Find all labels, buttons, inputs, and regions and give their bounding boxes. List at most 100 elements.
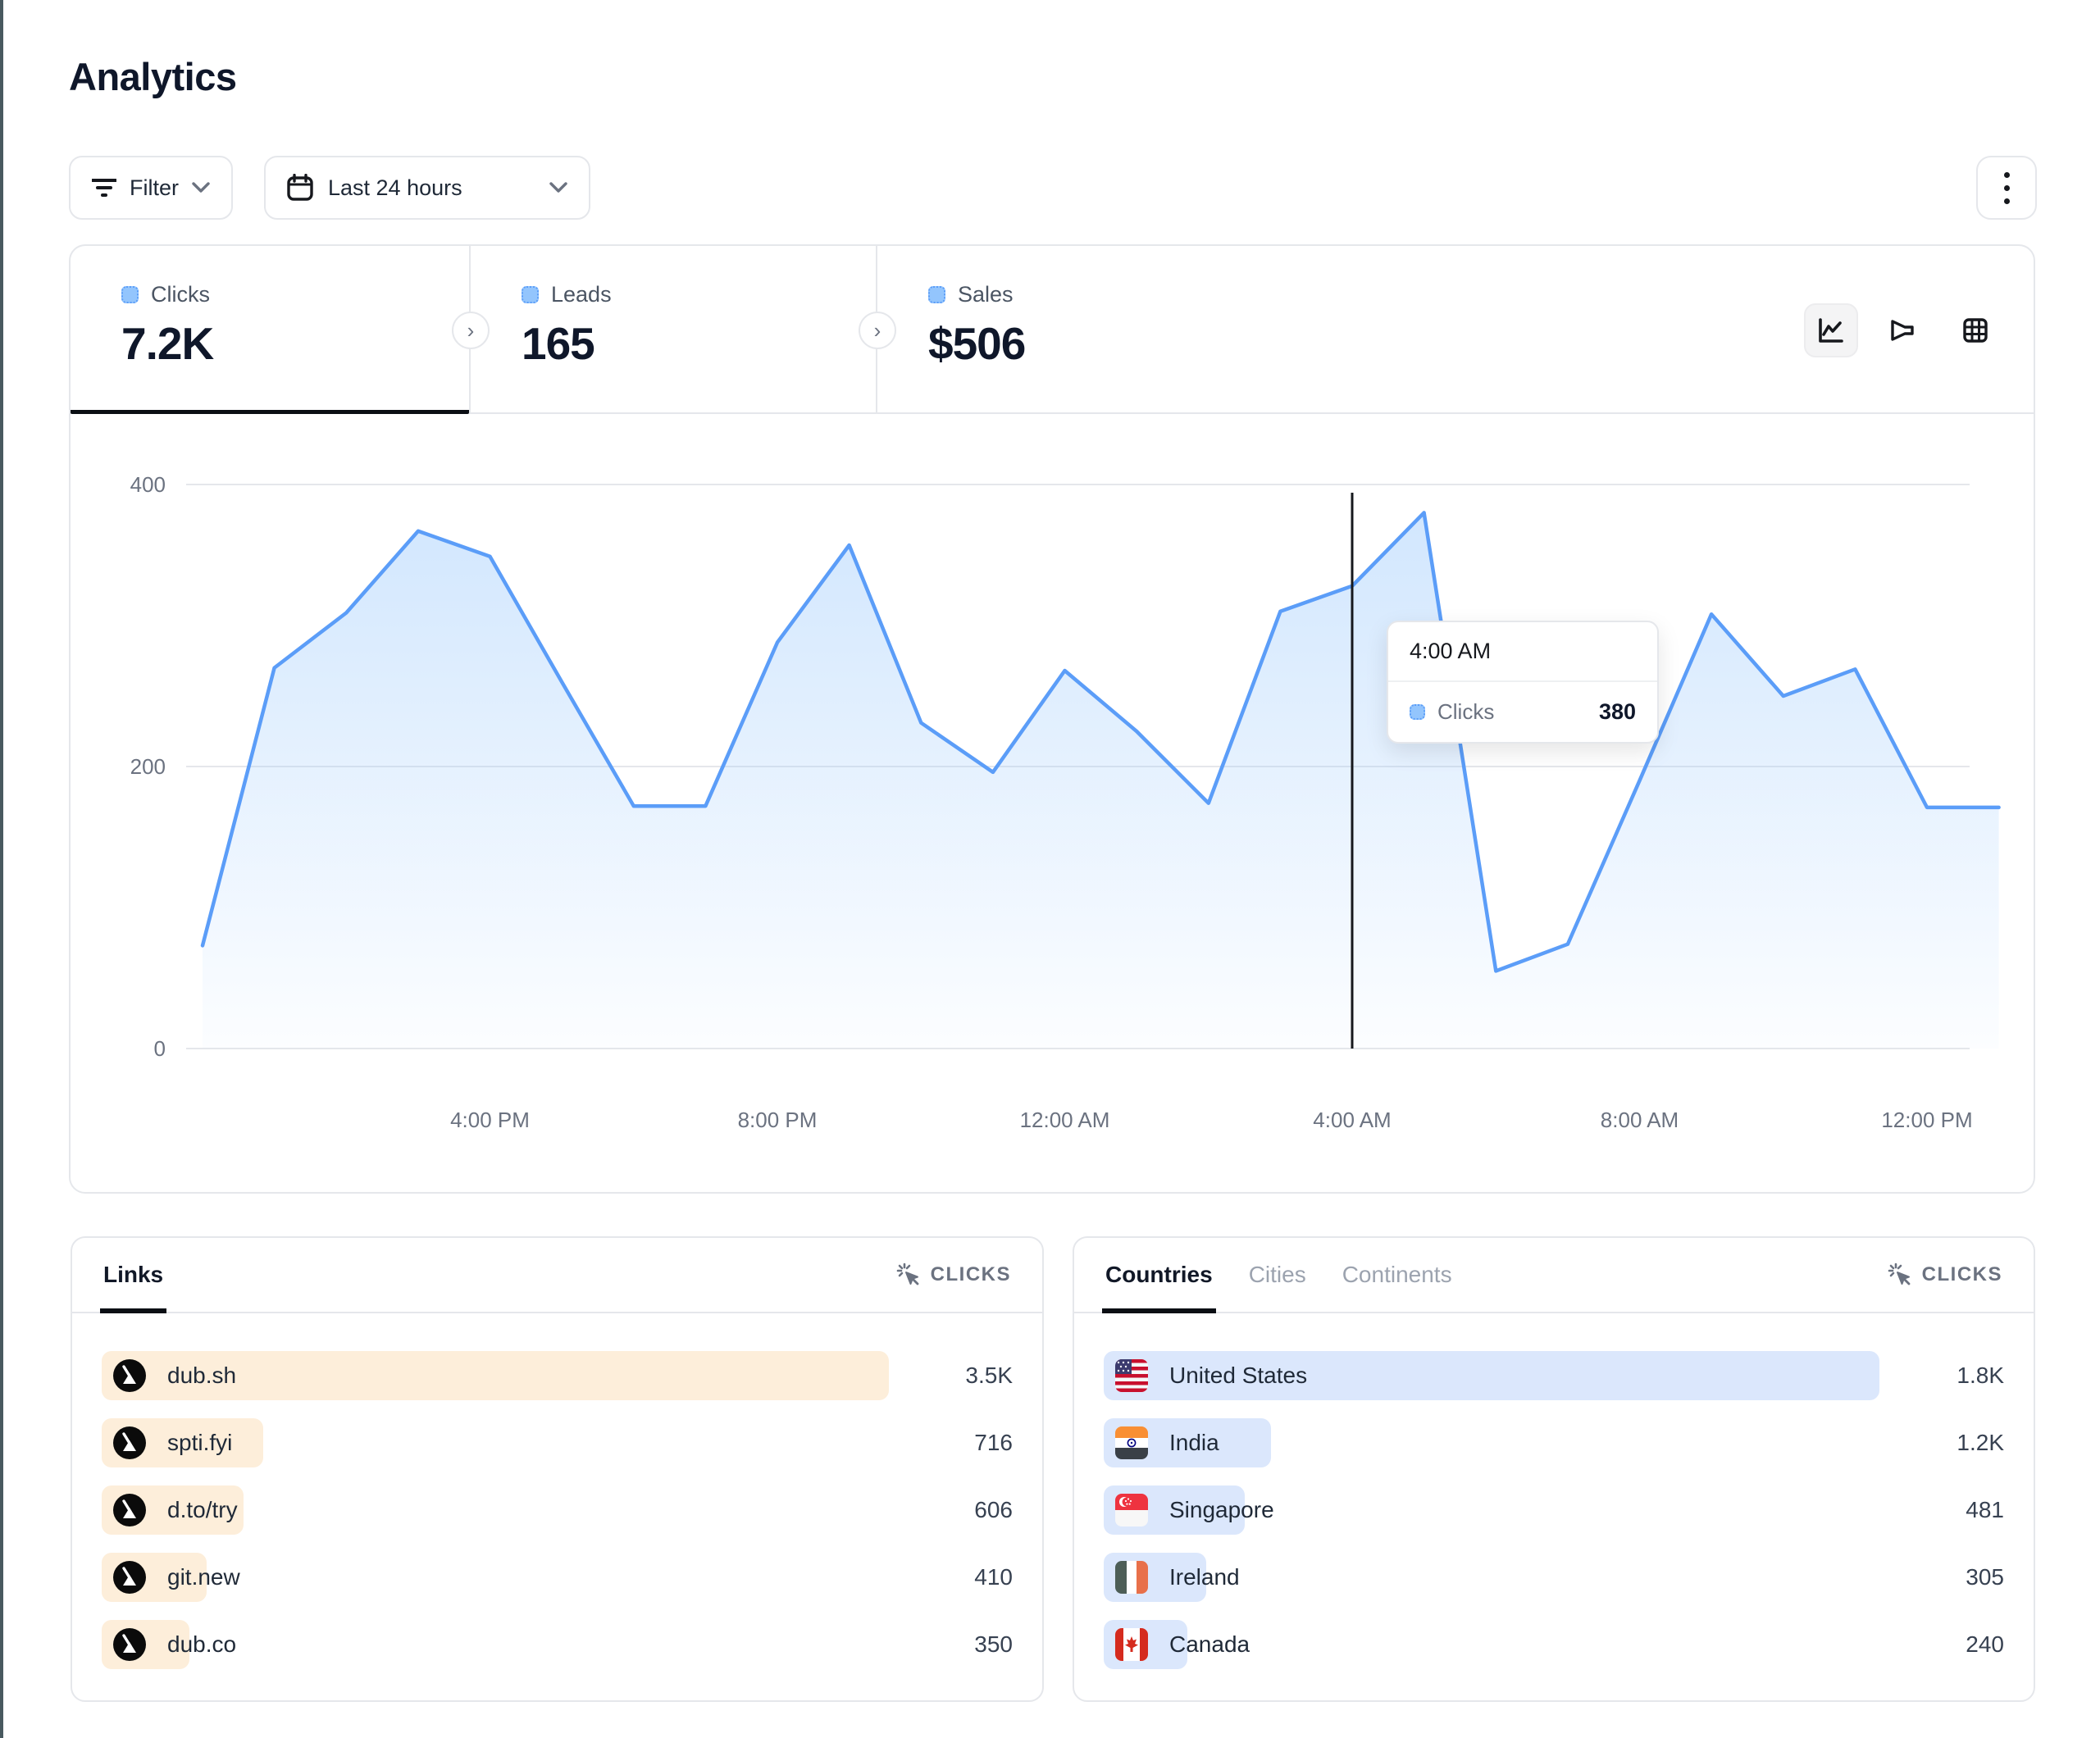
funnel-chart-icon[interactable]: [1876, 303, 1930, 357]
bar-track: git.new: [102, 1553, 900, 1602]
list-item[interactable]: Ireland 305: [1104, 1553, 2004, 1602]
funnel-icon: [92, 177, 116, 198]
x-axis-tick: 4:00 PM: [450, 1108, 530, 1132]
bar-track: dub.co: [102, 1620, 900, 1669]
row-value: 3.5K: [921, 1363, 1013, 1389]
bar-track: dub.sh: [102, 1351, 900, 1400]
page-title: Analytics: [69, 54, 236, 99]
x-axis-tick: 8:00 PM: [738, 1108, 818, 1132]
row-content: Singapore: [1104, 1485, 1274, 1535]
area-chart[interactable]: 400 200 0 4:00 PM 8:00 PM 12:00 AM 4:00 AM 8:00…: [71, 414, 2034, 1192]
flag-singapore-icon: [1115, 1494, 1148, 1526]
sales-value: $506: [928, 317, 1025, 370]
list-item[interactable]: dub.co 350: [102, 1620, 1013, 1669]
x-axis-tick: 12:00 AM: [1020, 1108, 1110, 1132]
tooltip-value: 380: [1599, 699, 1636, 725]
clicks-value: 7.2K: [121, 317, 469, 370]
chevron-right-icon[interactable]: ›: [452, 312, 490, 349]
y-axis-tick: 200: [130, 754, 166, 779]
tab-clicks[interactable]: Clicks 7.2K: [71, 246, 471, 412]
table-grid-icon[interactable]: [1948, 303, 2002, 357]
analytics-page: Analytics Filter Last 24 hours: [0, 0, 2100, 1738]
line-chart-icon[interactable]: [1804, 303, 1858, 357]
chevron-down-icon: [549, 182, 567, 193]
y-axis-tick: 400: [130, 472, 166, 497]
stat-label: Leads: [551, 282, 612, 307]
list-item[interactable]: d.to/try 606: [102, 1485, 1013, 1535]
row-label: d.to/try: [167, 1497, 238, 1523]
dub-logo-icon: [113, 1426, 146, 1459]
row-label: Ireland: [1169, 1564, 1240, 1590]
bar-track: Canada: [1104, 1620, 1891, 1669]
y-axis-tick: 0: [154, 1036, 166, 1061]
list-item[interactable]: git.new410: [102, 1553, 1013, 1602]
tab-continents[interactable]: Continents: [1342, 1238, 1452, 1312]
row-content: dub.co: [102, 1620, 236, 1669]
clicks-timeseries-chart[interactable]: 400 200 0 4:00 PM 8:00 PM 12:00 AM 4:00 AM 8:00…: [71, 414, 2034, 1192]
row-value: 240: [1912, 1631, 2004, 1658]
row-content: dub.sh: [102, 1351, 236, 1400]
x-axis-tick: 8:00 AM: [1601, 1108, 1679, 1132]
row-value: 481: [1912, 1497, 2004, 1523]
row-value: 1.2K: [1912, 1430, 2004, 1456]
flag-us-icon: [1115, 1359, 1148, 1392]
row-label: git.new: [167, 1564, 240, 1590]
list-item[interactable]: Singapore 481: [1104, 1485, 2004, 1535]
links-panel: Links CLICKS dub.: [71, 1236, 1044, 1702]
bar-track: d.to/try: [102, 1485, 900, 1535]
row-content: d.to/try: [102, 1485, 238, 1535]
clicks-metric-toggle[interactable]: CLICKS: [896, 1263, 1011, 1287]
x-axis-tick: 12:00 PM: [1881, 1108, 1972, 1132]
clicks-metric-toggle[interactable]: CLICKS: [1888, 1263, 2002, 1287]
tooltip-series-label: Clicks: [1437, 699, 1494, 725]
chart-view-switcher: [1804, 303, 2002, 357]
row-content: Canada: [1104, 1620, 1250, 1669]
cursor-click-icon: [1888, 1263, 1912, 1287]
row-content: India: [1104, 1418, 1219, 1467]
row-value: 716: [921, 1430, 1013, 1456]
row-content: Ireland: [1104, 1553, 1240, 1602]
kebab-menu-icon: [2004, 172, 2010, 178]
more-options-button[interactable]: [1976, 156, 2037, 220]
stats-tabs-row: Clicks 7.2K Leads 165 Sales $506 › ›: [71, 246, 2034, 414]
date-range-button[interactable]: Last 24 hours: [264, 156, 590, 220]
analytics-card: Clicks 7.2K Leads 165 Sales $506 › ›: [69, 244, 2035, 1194]
dub-logo-icon: [113, 1359, 146, 1392]
tooltip-time: 4:00 AM: [1388, 622, 1657, 682]
row-label: dub.sh: [167, 1363, 236, 1389]
list-item[interactable]: dub.sh 3.5K: [102, 1351, 1013, 1400]
row-content: git.new: [102, 1553, 240, 1602]
tooltip-legend-swatch: [1410, 704, 1425, 720]
sales-legend-swatch: [928, 286, 945, 303]
tab-countries[interactable]: Countries: [1105, 1238, 1213, 1312]
row-value: 1.8K: [1912, 1363, 2004, 1389]
list-item[interactable]: spti.fyi 716: [102, 1418, 1013, 1467]
leads-value: 165: [522, 317, 876, 370]
filter-button[interactable]: Filter: [69, 156, 233, 220]
row-label: spti.fyi: [167, 1430, 232, 1456]
tab-links[interactable]: Links: [103, 1238, 163, 1312]
tab-leads[interactable]: Leads 165: [471, 246, 877, 412]
row-value: 606: [921, 1497, 1013, 1523]
tab-sales[interactable]: Sales $506: [877, 246, 1025, 412]
dub-logo-icon: [113, 1628, 146, 1661]
stat-label: Clicks: [151, 282, 210, 307]
flag-ireland-icon: [1115, 1561, 1148, 1594]
metric-label: CLICKS: [931, 1263, 1011, 1286]
dub-logo-icon: [113, 1494, 146, 1526]
chevron-right-icon[interactable]: ›: [859, 312, 896, 349]
list-item[interactable]: India 1.2K: [1104, 1418, 2004, 1467]
stat-label: Sales: [958, 282, 1014, 307]
list-item[interactable]: Canada 240: [1104, 1620, 2004, 1669]
tab-cities[interactable]: Cities: [1249, 1238, 1306, 1312]
bar-track: India: [1104, 1418, 1891, 1467]
clicks-legend-swatch: [121, 286, 139, 303]
row-label: India: [1169, 1430, 1219, 1456]
countries-list: United States 1.8K India 1.2K Singapore 481: [1074, 1313, 2034, 1669]
row-value: 305: [1912, 1564, 2004, 1590]
bar-track: Singapore: [1104, 1485, 1891, 1535]
list-item[interactable]: United States 1.8K: [1104, 1351, 2004, 1400]
bar-track: United States: [1104, 1351, 1891, 1400]
row-value: 350: [921, 1631, 1013, 1658]
leads-legend-swatch: [522, 286, 539, 303]
